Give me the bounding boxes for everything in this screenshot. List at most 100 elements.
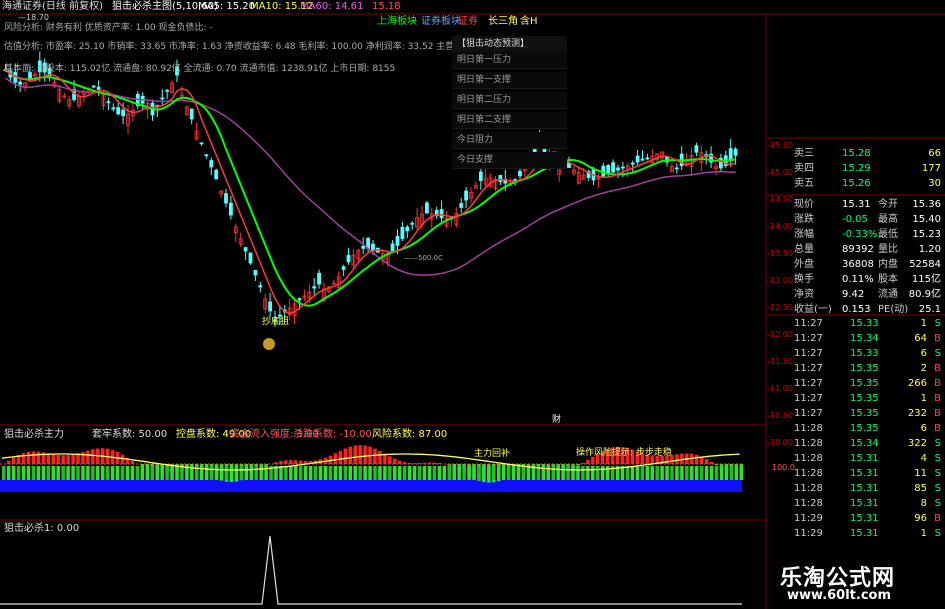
- info-line-3: 基本面: 总股本: 115.02亿 流通盘: 80.92亿 全流通: 0.70 …: [4, 64, 396, 74]
- bottom-annotation: 抄底狙: [262, 317, 290, 327]
- candlestick-series: [3, 51, 738, 327]
- stat-value: 9.42: [842, 289, 865, 300]
- tick-volume: 85: [914, 483, 927, 494]
- sub1-k5: 风险系数: 87.00: [372, 429, 448, 440]
- tick-price: 15.31: [850, 498, 879, 509]
- stat-label-2: 股本: [878, 274, 898, 285]
- tick-time: 11:29: [794, 528, 823, 539]
- tick-row: 11:28 15.31 4 S: [770, 451, 945, 466]
- tick-price: 15.35: [850, 378, 879, 389]
- tick-row: 11:28 15.34 322 S: [770, 436, 945, 451]
- tick-time: 11:27: [794, 393, 823, 404]
- stat-label-2: 最低: [878, 229, 898, 240]
- tag-c[interactable]: 含H: [520, 16, 538, 28]
- tick-row: 11:27 15.35 266 B: [770, 376, 945, 391]
- tick-direction: S: [934, 438, 941, 449]
- tick-time: 11:28: [794, 423, 823, 434]
- tick-time: 11:28: [794, 468, 823, 479]
- sub1-k7: 操作风险提示: 步步走稳: [576, 448, 672, 458]
- forecast-menu-item[interactable]: 今日阻力: [452, 132, 567, 149]
- tick-row: 11:29 15.31 1 S: [770, 526, 945, 541]
- forecast-menu-title[interactable]: 【狙击动态预测】: [452, 36, 567, 52]
- tick-time: 11:28: [794, 438, 823, 449]
- tick-time: 11:27: [794, 348, 823, 359]
- tick-row: 11:27 15.33 1 S: [770, 316, 945, 331]
- stat-label: 换手: [794, 274, 814, 285]
- tick-volume: 11: [914, 468, 927, 479]
- stat-label: 涨跌: [794, 214, 814, 225]
- tick-volume: 96: [914, 513, 927, 524]
- tick-volume: 232: [907, 408, 927, 419]
- tick-price: 15.31: [850, 513, 879, 524]
- forecast-menu-item[interactable]: 明日第一支撑: [452, 72, 567, 89]
- tick-direction: S: [934, 348, 941, 359]
- tick-price: 15.31: [850, 453, 879, 464]
- tick-price: 15.35: [850, 393, 879, 404]
- tick-row: 11:27 15.35 1 B: [770, 391, 945, 406]
- financial-marker[interactable]: 财: [552, 414, 561, 426]
- sub2-title: 狙击必杀1: 0.00: [4, 523, 80, 534]
- stat-value: -0.33%: [842, 229, 878, 240]
- tick-time: 11:28: [794, 483, 823, 494]
- stat-label: 净资: [794, 289, 814, 300]
- tag-b[interactable]: 长三角: [488, 16, 518, 28]
- plate2-label[interactable]: 证券板块: [421, 16, 461, 28]
- stat-value: 36808: [842, 259, 874, 270]
- tick-price: 15.35: [850, 363, 879, 374]
- tick-direction: B: [934, 513, 941, 524]
- forecast-menu-item[interactable]: 明日第二支撑: [452, 112, 567, 129]
- tick-price: 15.33: [850, 348, 879, 359]
- forecast-menu-item[interactable]: 明日第一压力: [452, 52, 567, 69]
- ask-volume: 66: [928, 148, 941, 159]
- tick-volume: 266: [907, 378, 927, 389]
- stat-value: -0.05: [842, 214, 868, 225]
- tick-direction: S: [934, 498, 941, 509]
- tick-time: 11:27: [794, 363, 823, 374]
- tick-volume: 1: [920, 393, 927, 404]
- tick-row: 11:29 15.31 96 B: [770, 511, 945, 526]
- stat-label: 总量: [794, 244, 814, 255]
- tick-price: 15.31: [850, 483, 879, 494]
- tick-time: 11:27: [794, 408, 823, 419]
- stat-label-2: 内盘: [878, 259, 898, 270]
- ask-label: 卖五: [794, 178, 814, 189]
- tick-direction: B: [934, 408, 941, 419]
- stat-label-2: PE(动): [878, 304, 909, 315]
- tick-direction: S: [934, 483, 941, 494]
- tick-time: 11:27: [794, 378, 823, 389]
- info-line-2: 估值分析: 市盈率: 25.10 市销率: 33.65 市净率: 1.63 净资…: [4, 42, 513, 52]
- stat-row: 净资 9.42 流通 80.9亿: [770, 287, 945, 302]
- info-line-1: 风险分析: 财务有利 优质资产率: 1.00 现金负债比: -: [4, 23, 213, 33]
- stat-row: 涨跌 -0.05 最高 15.40: [770, 212, 945, 227]
- stat-value-2: 80.9亿: [908, 289, 941, 300]
- stat-label-2: 量比: [878, 244, 898, 255]
- tick-time: 11:27: [794, 318, 823, 329]
- tick-row: 11:27 15.35 232 B: [770, 406, 945, 421]
- tag-a[interactable]: 证券: [458, 16, 478, 28]
- stat-value-2: 1.20: [918, 244, 941, 255]
- stat-value-2: 15.36: [912, 199, 941, 210]
- forecast-menu-item[interactable]: 今日支撑: [452, 152, 567, 169]
- tick-time: 11:28: [794, 498, 823, 509]
- stat-value-2: 115亿: [911, 274, 941, 285]
- stat-value: 0.153: [842, 304, 871, 315]
- tick-price: 15.35: [850, 423, 879, 434]
- plate-label[interactable]: 上海板块: [377, 16, 417, 28]
- tick-volume: 1: [920, 528, 927, 539]
- ask-price: 15.28: [842, 148, 871, 159]
- tick-volume: 4: [920, 453, 927, 464]
- tick-time: 11:28: [794, 453, 823, 464]
- ask-price: 15.29: [842, 163, 871, 174]
- tick-direction: B: [934, 423, 941, 434]
- tick-row: 11:28 15.31 85 S: [770, 481, 945, 496]
- tick-direction: B: [934, 363, 941, 374]
- stat-value: 0.11%: [842, 274, 874, 285]
- sub1-k1: 套牢系数: 50.00: [92, 429, 168, 440]
- tick-direction: S: [934, 453, 941, 464]
- forecast-menu-item[interactable]: 明日第二压力: [452, 92, 567, 109]
- low-price-label: ——500.0C: [404, 254, 443, 262]
- tick-time: 11:27: [794, 333, 823, 344]
- stat-label: 涨幅: [794, 229, 814, 240]
- sub2-spike-line: [0, 535, 742, 605]
- stat-label-2: 今开: [878, 199, 898, 210]
